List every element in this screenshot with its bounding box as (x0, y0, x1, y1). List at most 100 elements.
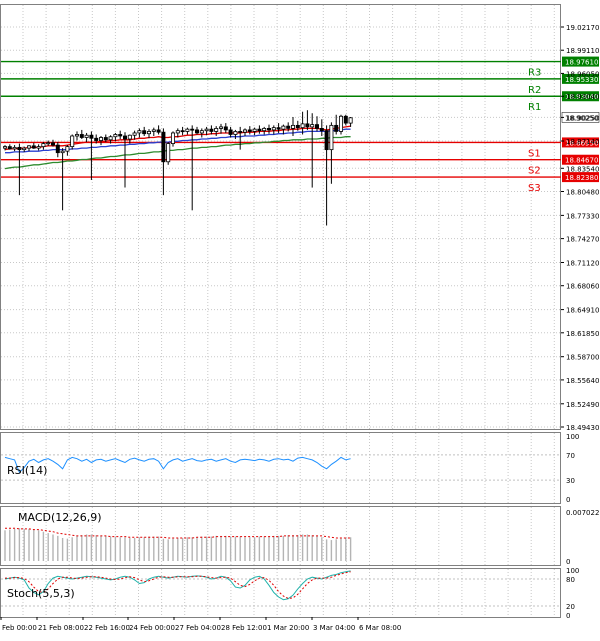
candle-body (84, 134, 89, 138)
candle-body (233, 131, 238, 135)
candle-body (238, 131, 243, 133)
price-tick-label: 18.87140 (566, 138, 599, 146)
candle-body (310, 124, 315, 128)
macd-tick-label: 0 (566, 558, 570, 566)
candle-body (75, 134, 80, 137)
candle-body (156, 129, 161, 133)
candle-body (127, 134, 132, 140)
rsi-label: RSI(14) (7, 464, 47, 477)
candle-body (324, 130, 329, 151)
macd-label: MACD(12,26,9) (18, 511, 102, 524)
time-tick-label: 3 Mar 04:00 (313, 624, 355, 632)
rsi-tick-label: 70 (566, 452, 575, 460)
candle-body (338, 115, 343, 132)
candle-body (161, 131, 166, 163)
candle-body (271, 127, 276, 131)
candle-body (36, 146, 41, 149)
candle-body (180, 130, 185, 133)
candle-body (17, 146, 22, 151)
level-name-s1: S1 (528, 148, 541, 159)
candle-body (242, 129, 247, 133)
candle-body (218, 126, 223, 129)
time-tick-label: 6 Mar 08:00 (359, 624, 401, 632)
candle-body (46, 142, 51, 145)
candle-body (209, 128, 214, 132)
candle-body (228, 129, 233, 135)
candle-body (55, 144, 60, 154)
price-tick-label: 18.49430 (566, 424, 599, 432)
time-tick-label: 1 Mar 20:00 (267, 624, 309, 632)
candle-body (7, 146, 12, 150)
panel-frame (0, 4, 561, 430)
stoch-tick-label: 80 (566, 576, 575, 584)
level-name-s3: S3 (528, 183, 541, 194)
price-tick-label: 18.64910 (566, 307, 599, 315)
candle-body (108, 136, 113, 141)
level-name-s2: S2 (528, 166, 541, 177)
level-name-r2: R2 (528, 85, 541, 96)
candle-body (190, 128, 195, 131)
candle-body (70, 135, 75, 148)
candle-body (199, 130, 204, 134)
chart-window: R3 18.97610 R2 18.95330 R1 18.93040 S1 18.86950… (0, 0, 600, 637)
candle-body (12, 146, 17, 150)
candle-body (262, 128, 267, 132)
time-tick-label: Feb 00:00 (2, 624, 37, 632)
price-tick-label: 18.90250 (566, 114, 599, 122)
stoch-tick-label: 20 (566, 603, 575, 611)
candle-body (319, 128, 324, 132)
candle-body (214, 128, 219, 132)
macd-tick-label: 0.007022 (566, 509, 599, 517)
candle-body (103, 137, 108, 141)
price-tick-label: 19.02170 (566, 24, 599, 32)
price-tick-label: 18.55640 (566, 377, 599, 385)
time-tick-label: 24 Feb 00:00 (129, 624, 175, 632)
panel-frame (0, 432, 561, 504)
price-tick-label: 18.52490 (566, 401, 599, 409)
level-name-r1: R1 (528, 102, 541, 113)
candle-body (276, 127, 281, 130)
candle-body (137, 130, 142, 134)
candle-body (266, 128, 271, 131)
candle-body (281, 125, 286, 130)
candle-body (60, 150, 65, 154)
level-price-label: 18.82380 (565, 174, 598, 182)
level-price-label: 18.84670 (565, 157, 598, 165)
price-tick-label: 18.68060 (566, 283, 599, 291)
stoch-tick-label: 0 (566, 612, 570, 620)
price-tick-label: 18.83540 (566, 165, 599, 173)
candle-body (123, 135, 128, 140)
candle-body (79, 134, 84, 138)
price-tick-label: 18.58700 (566, 354, 599, 362)
candle-body (142, 130, 147, 135)
candle-body (204, 128, 209, 132)
candle-body (89, 134, 94, 139)
candle-body (314, 124, 319, 129)
candle-body (348, 117, 353, 124)
candle-body (305, 123, 310, 128)
candle-body (170, 132, 175, 144)
candle-body (3, 146, 8, 149)
price-tick-label: 18.74270 (566, 236, 599, 244)
candle-body (329, 124, 334, 151)
candle-body (31, 145, 36, 149)
candle-body (22, 147, 27, 151)
price-tick-label: 18.71120 (566, 259, 599, 267)
time-tick-label: 22 Feb 16:00 (84, 624, 130, 632)
stoch-label: Stoch(5,5,3) (7, 587, 75, 600)
candle-body (118, 134, 123, 137)
price-tick-label: 18.96050 (566, 70, 599, 78)
price-tick-label: 18.80480 (566, 189, 599, 197)
candle-body (51, 142, 56, 146)
candle-body (252, 128, 257, 132)
candle-body (99, 137, 104, 141)
time-tick-label: 21 Feb 08:00 (38, 624, 84, 632)
candle-body (223, 126, 228, 131)
candle-body (185, 128, 190, 132)
chart-svg: R318.97610R218.95330R118.93040S118.86950… (0, 4, 599, 632)
time-tick-label: 28 Feb 12:00 (221, 624, 267, 632)
candle-body (286, 125, 291, 129)
rsi-tick-label: 100 (566, 433, 579, 441)
candle-body (175, 130, 180, 134)
candle-body (257, 128, 262, 132)
